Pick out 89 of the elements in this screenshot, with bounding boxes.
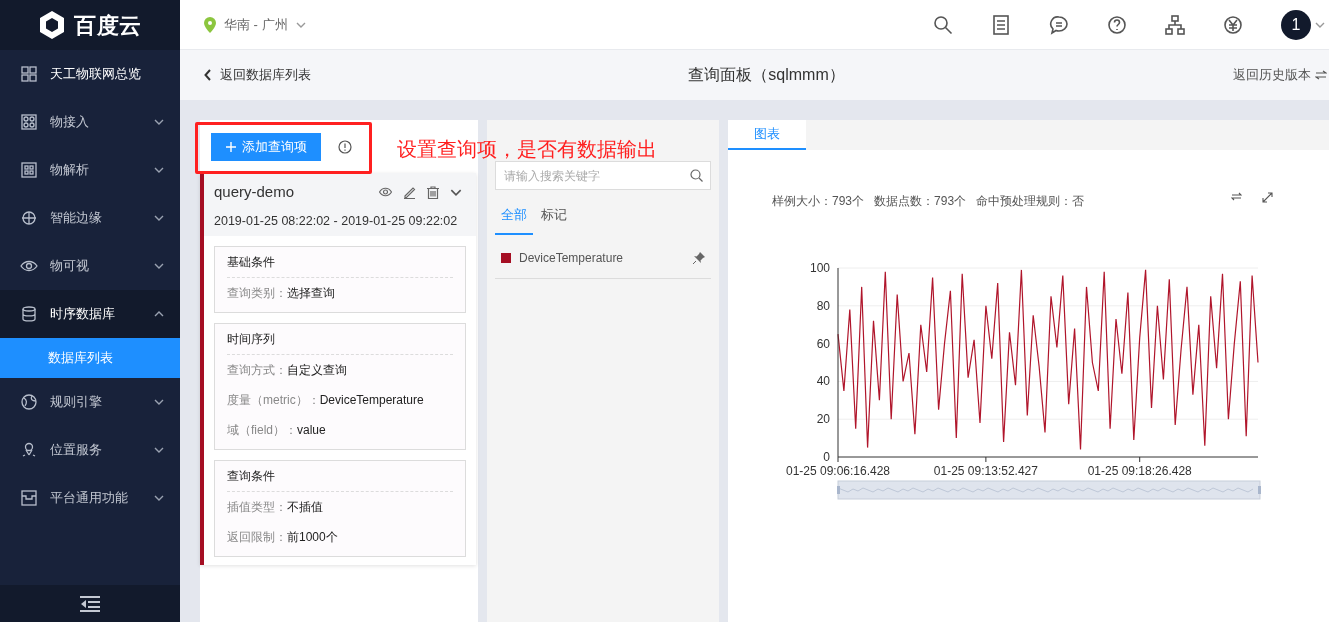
back-link[interactable]: 返回数据库列表 [204, 65, 311, 85]
inbox-icon [20, 489, 38, 507]
chevron-down-icon [154, 167, 164, 173]
y-tick-label: 0 [823, 450, 830, 464]
x-tick-label: 01-25 09:18:26.428 [1087, 464, 1192, 478]
info-icon[interactable] [338, 139, 352, 154]
y-tick-label: 100 [809, 261, 830, 275]
search-field[interactable]: 请输入搜索关键字 [495, 161, 711, 190]
sidebar-item[interactable]: 平台通用功能 [0, 474, 180, 522]
collapse-menu-icon[interactable] [80, 595, 100, 612]
chevron-up-icon [154, 311, 164, 317]
query-name: query-demo [214, 182, 296, 202]
annotation-text: 设置查询项，是否有数据输出 [397, 137, 657, 162]
logo-text: 百度云 [74, 11, 142, 40]
currency-icon[interactable] [1223, 14, 1243, 35]
metric-item[interactable]: DeviceTemperature [495, 238, 711, 279]
y-tick-label: 20 [816, 412, 830, 427]
location-pin-icon [204, 16, 216, 33]
chevron-down-icon [1315, 21, 1325, 28]
section-title: 时间序列 [227, 331, 276, 349]
chevron-down-icon [154, 495, 164, 501]
eye-icon[interactable] [379, 187, 392, 198]
search-icon[interactable] [690, 169, 703, 182]
search-icon[interactable] [933, 14, 953, 35]
field-label: 查询类别： [227, 285, 287, 303]
list-icon[interactable] [991, 14, 1011, 35]
field-value: value [297, 422, 326, 440]
field-label: 域（field）： [227, 422, 297, 440]
field-value: DeviceTemperature [319, 392, 424, 410]
sidebar-item[interactable]: 智能边缘 [0, 194, 180, 242]
field-value: 不插值 [287, 499, 323, 517]
sidebar-item[interactable]: 物接入 [0, 98, 180, 146]
stat-text: 数据点数：793个 [874, 193, 967, 210]
chevron-down-icon [295, 21, 306, 28]
sidebar-item[interactable]: 时序数据库 [0, 290, 180, 338]
cube-logo-icon [38, 10, 67, 40]
field-label: 度量（metric）： [227, 392, 320, 410]
chevron-down-icon [450, 188, 462, 196]
field-value: 选择查询 [287, 285, 335, 303]
chat-icon[interactable] [1049, 14, 1069, 35]
field-label: 查询方式： [227, 362, 287, 380]
field-value: 自定义查询 [287, 362, 347, 380]
planet-icon [20, 393, 38, 411]
swap-icon[interactable] [1231, 191, 1242, 201]
trash-icon[interactable] [427, 185, 439, 199]
stat-text: 命中预处理规则：否 [976, 193, 1085, 210]
x-tick-label: 01-25 09:06:16.428 [785, 464, 891, 478]
y-tick-label: 60 [816, 336, 830, 351]
field-label: 插值类型： [227, 499, 287, 517]
grid-icon [20, 65, 38, 83]
user-avatar[interactable]: 1 [1281, 9, 1311, 40]
chevron-left-icon [204, 69, 212, 81]
chevron-down-icon [154, 215, 164, 221]
section-title: 查询条件 [227, 468, 276, 486]
pencil-icon[interactable] [403, 185, 416, 199]
globe-icon [20, 209, 38, 227]
history-link[interactable]: 返回历史版本 [1233, 65, 1329, 85]
location-icon [20, 441, 38, 459]
metric-name: DeviceTemperature [519, 250, 625, 267]
nodes-icon [20, 113, 38, 131]
y-tick-label: 40 [816, 374, 830, 389]
fullscreen-icon[interactable] [1262, 191, 1273, 203]
sidebar-item[interactable]: 规则引擎 [0, 378, 180, 426]
sidebar-item[interactable]: 位置服务 [0, 426, 180, 474]
sidebar-item[interactable]: 物可视 [0, 242, 180, 290]
sidebar-item[interactable]: 天工物联网总览 [0, 50, 180, 98]
x-tick-label: 01-25 09:13:52.427 [933, 464, 1038, 478]
section-title: 基础条件 [227, 254, 276, 272]
plus-icon [225, 141, 236, 152]
field-label: 返回限制： [227, 529, 287, 547]
swap-icon [1315, 70, 1327, 80]
chevron-down-icon [154, 119, 164, 125]
chevron-down-icon [154, 399, 164, 405]
chevron-down-icon [154, 263, 164, 269]
help-icon[interactable] [1107, 14, 1127, 35]
network-icon[interactable] [1165, 14, 1185, 35]
squares-icon [20, 161, 38, 179]
stat-text: 样例大小：793个 [772, 193, 865, 210]
field-value: 前1000个 [287, 529, 338, 547]
range-slider[interactable] [837, 480, 1261, 500]
sidebar-item[interactable]: 物解析 [0, 146, 180, 194]
time-range: 2019-01-25 08:22:02 - 2019-01-25 09:22:02 [214, 212, 459, 230]
y-tick-label: 80 [816, 298, 830, 313]
pin-icon[interactable] [693, 252, 705, 264]
region-selector[interactable]: 华南 - 广州 [204, 14, 306, 35]
page-title: 查询面板（sqlmmm） [688, 65, 845, 85]
filter-tab[interactable]: 标记 [539, 203, 569, 235]
database-icon [20, 305, 38, 323]
chevron-down-icon [154, 447, 164, 453]
